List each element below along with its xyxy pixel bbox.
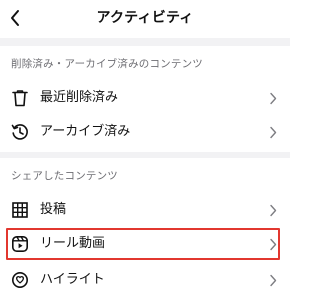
row-archived[interactable]: アーカイブ済み xyxy=(0,114,290,150)
section-title-shared: シェアしたコンテンツ xyxy=(11,170,118,182)
grid-icon xyxy=(12,202,28,218)
header-divider xyxy=(0,38,290,46)
section-divider xyxy=(0,152,290,158)
chevron-right-icon xyxy=(270,126,277,139)
highlight-icon xyxy=(12,272,28,288)
row-posts[interactable]: 投稿 xyxy=(0,192,290,228)
header: アクティビティ xyxy=(0,0,290,38)
chevron-right-icon xyxy=(270,274,277,287)
chevron-right-icon xyxy=(270,204,277,217)
row-label: 投稿 xyxy=(40,202,67,217)
row-highlights[interactable]: ハイライト xyxy=(0,262,290,298)
section-title-archived: 削除済み・アーカイブ済みのコンテンツ xyxy=(11,58,203,70)
activity-screen: アクティビティ 削除済み・アーカイブ済みのコンテンツ 最近削除済み アーカイブ済… xyxy=(0,0,290,300)
highlight-box xyxy=(6,228,280,260)
row-label: 最近削除済み xyxy=(40,90,119,105)
row-recently-deleted[interactable]: 最近削除済み xyxy=(0,80,290,116)
chevron-right-icon xyxy=(270,92,277,105)
archive-history-icon xyxy=(11,124,28,140)
row-label: ハイライト xyxy=(40,272,105,287)
row-label: アーカイブ済み xyxy=(40,124,131,139)
page-title: アクティビティ xyxy=(96,10,194,26)
trash-icon xyxy=(12,90,28,107)
